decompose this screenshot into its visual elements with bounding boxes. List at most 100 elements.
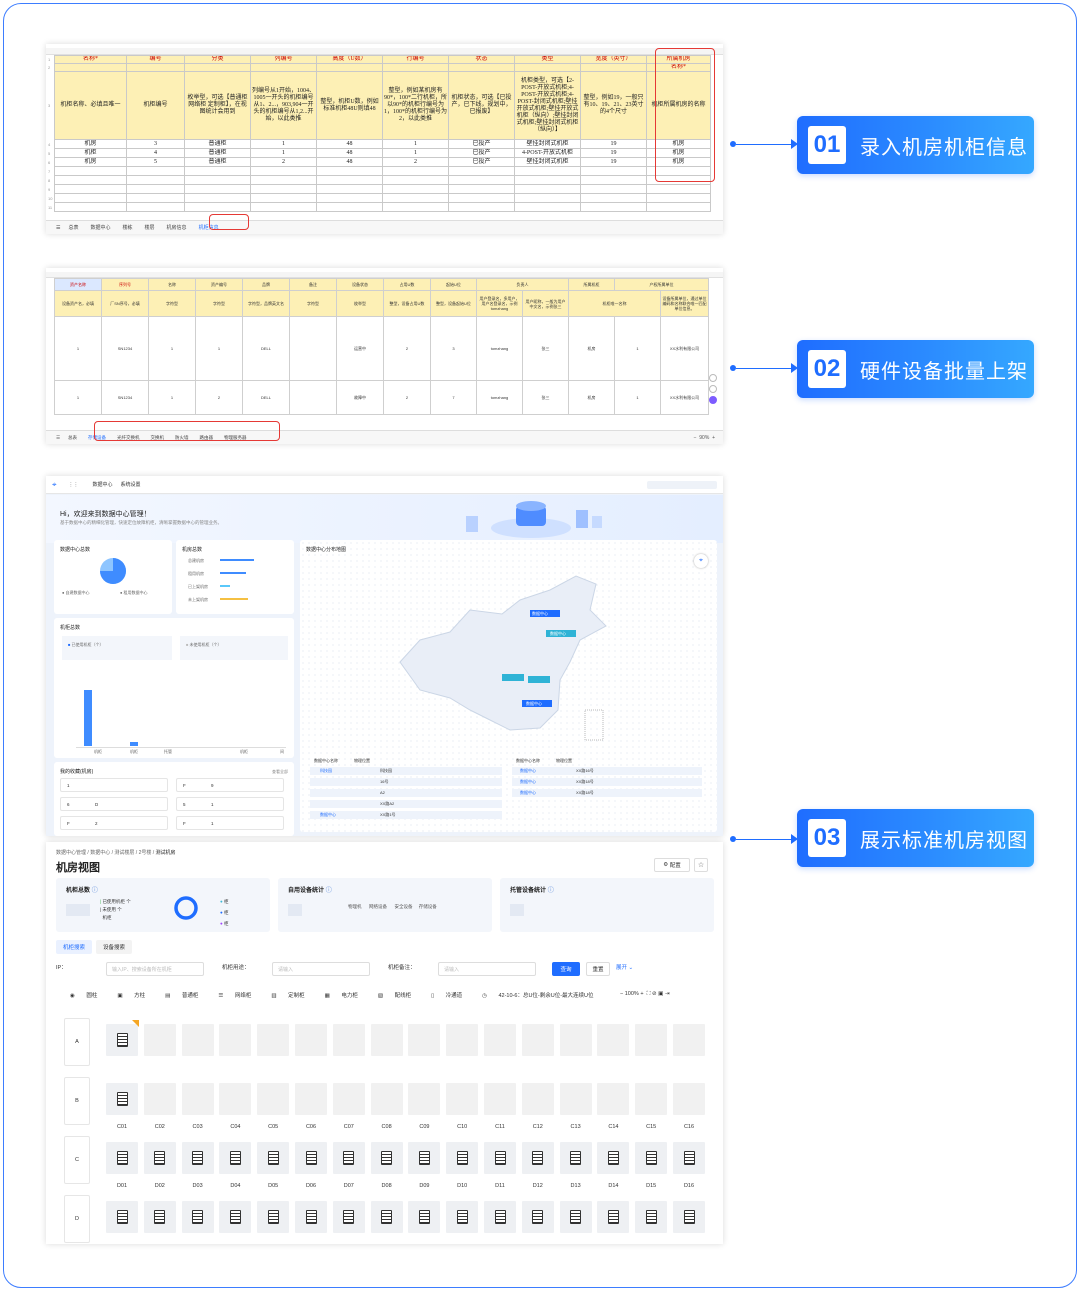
locate-icon[interactable]: ⌖: [694, 554, 708, 568]
table-cell[interactable]: 1: [195, 316, 243, 381]
table-cell[interactable]: 5: [126, 157, 185, 167]
table-cell[interactable]: 整型，机柜U数，例如标准机柜48U则填48: [316, 71, 383, 140]
reset-button[interactable]: 重置: [586, 962, 610, 976]
favorite-room-item[interactable]: 51: [176, 797, 284, 811]
table-cell[interactable]: [126, 166, 185, 176]
table-cell[interactable]: [316, 175, 383, 185]
table-cell[interactable]: 行编号: [382, 55, 449, 64]
table-cell[interactable]: 1: [382, 148, 449, 158]
description-cell[interactable]: 厂SN序号，必填: [101, 290, 149, 317]
rack-cell[interactable]: [219, 1142, 252, 1174]
header-cell[interactable]: 序列号: [101, 278, 149, 291]
tab-device-search[interactable]: 设备搜索: [96, 940, 133, 954]
empty-slot[interactable]: [181, 1083, 214, 1115]
table-cell[interactable]: DELL: [242, 380, 290, 415]
table-cell[interactable]: XX水利有限公司: [660, 380, 709, 415]
header-cell[interactable]: 资产编号: [195, 278, 243, 291]
map-table-row[interactable]: [310, 778, 502, 786]
empty-slot[interactable]: [484, 1083, 516, 1115]
header-cell[interactable]: 设备状态: [336, 278, 384, 291]
empty-slot[interactable]: [673, 1083, 705, 1115]
table-cell[interactable]: 7: [430, 380, 477, 415]
empty-slot[interactable]: [143, 1024, 176, 1056]
table-cell[interactable]: [382, 166, 449, 176]
header-cell[interactable]: 所属机柜: [568, 278, 615, 291]
table-cell[interactable]: 1: [614, 380, 661, 415]
empty-slot[interactable]: [597, 1024, 630, 1056]
table-cell[interactable]: 机柜状态，可选【已投产，已下线，规划中，已报废】: [448, 71, 515, 140]
table-cell[interactable]: 普通柜: [184, 148, 251, 158]
description-cell[interactable]: 枚举型: [336, 290, 384, 317]
table-cell[interactable]: 机房: [568, 316, 615, 381]
table-cell[interactable]: [646, 193, 711, 203]
rack-cell[interactable]: [181, 1142, 214, 1174]
china-map[interactable]: [380, 570, 620, 750]
header-cell[interactable]: 品牌: [242, 278, 290, 291]
rack-cell[interactable]: [106, 1083, 138, 1115]
table-cell[interactable]: [184, 202, 251, 212]
empty-slot[interactable]: [484, 1024, 516, 1056]
table-cell[interactable]: [514, 184, 581, 194]
nav-datacenter[interactable]: 数据中心: [93, 481, 113, 488]
table-cell[interactable]: [448, 193, 515, 203]
expand-toggle[interactable]: 展开 ⌄: [616, 963, 633, 971]
table-cell[interactable]: 整型，例如某机房有90*，100*二行机柜，所以90*的机柜行编号为1，100*…: [382, 71, 449, 140]
table-cell[interactable]: 2: [382, 157, 449, 167]
table-cell[interactable]: [126, 63, 185, 72]
sheet-tab[interactable]: 楼层: [145, 224, 155, 231]
table-cell[interactable]: 名称*: [54, 55, 127, 64]
table-cell[interactable]: [514, 202, 581, 212]
rack-cell[interactable]: [143, 1201, 176, 1233]
header-cell[interactable]: 名称: [148, 278, 196, 291]
rack-cell[interactable]: [484, 1142, 516, 1174]
rack-cell[interactable]: [521, 1142, 554, 1174]
sheet-tab[interactable]: 数据中心: [91, 224, 111, 231]
zoom-control[interactable]: − 100% + ⛶ ⊘ ▣ ⇥: [620, 991, 669, 998]
table-cell[interactable]: [289, 316, 337, 381]
table-cell[interactable]: 壁挂封闭式机柜: [514, 157, 581, 167]
rack-cell[interactable]: [106, 1142, 138, 1174]
rack-cell[interactable]: [597, 1201, 630, 1233]
empty-slot[interactable]: [446, 1024, 479, 1056]
table-cell[interactable]: 4-POST-开放式机柜: [514, 148, 581, 158]
sheet-tab[interactable]: 机房信息: [167, 224, 187, 231]
table-cell[interactable]: [126, 193, 185, 203]
breadcrumb-item[interactable]: 测试机房: [156, 850, 176, 856]
table-cell[interactable]: 普通柜: [184, 157, 251, 167]
rack-cell[interactable]: [295, 1142, 327, 1174]
table-cell[interactable]: 高度（U数）: [316, 55, 383, 64]
empty-slot[interactable]: [521, 1024, 554, 1056]
table-cell[interactable]: [580, 175, 647, 185]
empty-slot[interactable]: [219, 1024, 252, 1056]
table-cell[interactable]: [54, 175, 127, 185]
favorite-room-item[interactable]: F9: [176, 778, 284, 792]
table-cell[interactable]: [580, 63, 647, 72]
empty-slot[interactable]: [673, 1024, 705, 1056]
rack-cell[interactable]: [559, 1142, 592, 1174]
table-cell[interactable]: 列编号从1开始，1004、1005一开头的机柜编号从1、2...，903,904…: [250, 71, 317, 140]
table-cell[interactable]: 机房: [568, 380, 615, 415]
nav-system-settings[interactable]: 系统设置: [121, 481, 141, 488]
favorite-room-item[interactable]: 6D: [60, 797, 168, 811]
map-table-row[interactable]: [512, 778, 702, 786]
rack-cell[interactable]: [521, 1201, 554, 1233]
description-cell[interactable]: 用户登录名，多用户，用户名登录名，示例tomzhang: [476, 290, 523, 317]
rack-cell[interactable]: [635, 1142, 668, 1174]
table-cell[interactable]: 1: [614, 316, 661, 381]
table-cell[interactable]: 2: [383, 380, 431, 415]
table-cell[interactable]: 宽度（英寸）: [580, 55, 647, 64]
table-cell[interactable]: 3: [430, 316, 477, 381]
breadcrumb-item[interactable]: 数据中心管理: [56, 850, 86, 856]
empty-slot[interactable]: [295, 1024, 327, 1056]
apps-grid-icon[interactable]: ⋮⋮: [69, 482, 79, 488]
table-cell[interactable]: 1: [148, 316, 196, 381]
table-cell[interactable]: [646, 184, 711, 194]
table-cell[interactable]: XX水利有限公司: [660, 316, 709, 381]
rack-cell[interactable]: [106, 1024, 138, 1056]
table-cell[interactable]: [184, 193, 251, 203]
table-cell[interactable]: 枚举型，可选【普通柜 网络柜 定制柜】，在视图统计会用到: [184, 71, 251, 140]
table-cell[interactable]: [580, 166, 647, 176]
empty-slot[interactable]: [219, 1083, 252, 1115]
rack-cell[interactable]: [673, 1142, 705, 1174]
empty-slot[interactable]: [597, 1083, 630, 1115]
